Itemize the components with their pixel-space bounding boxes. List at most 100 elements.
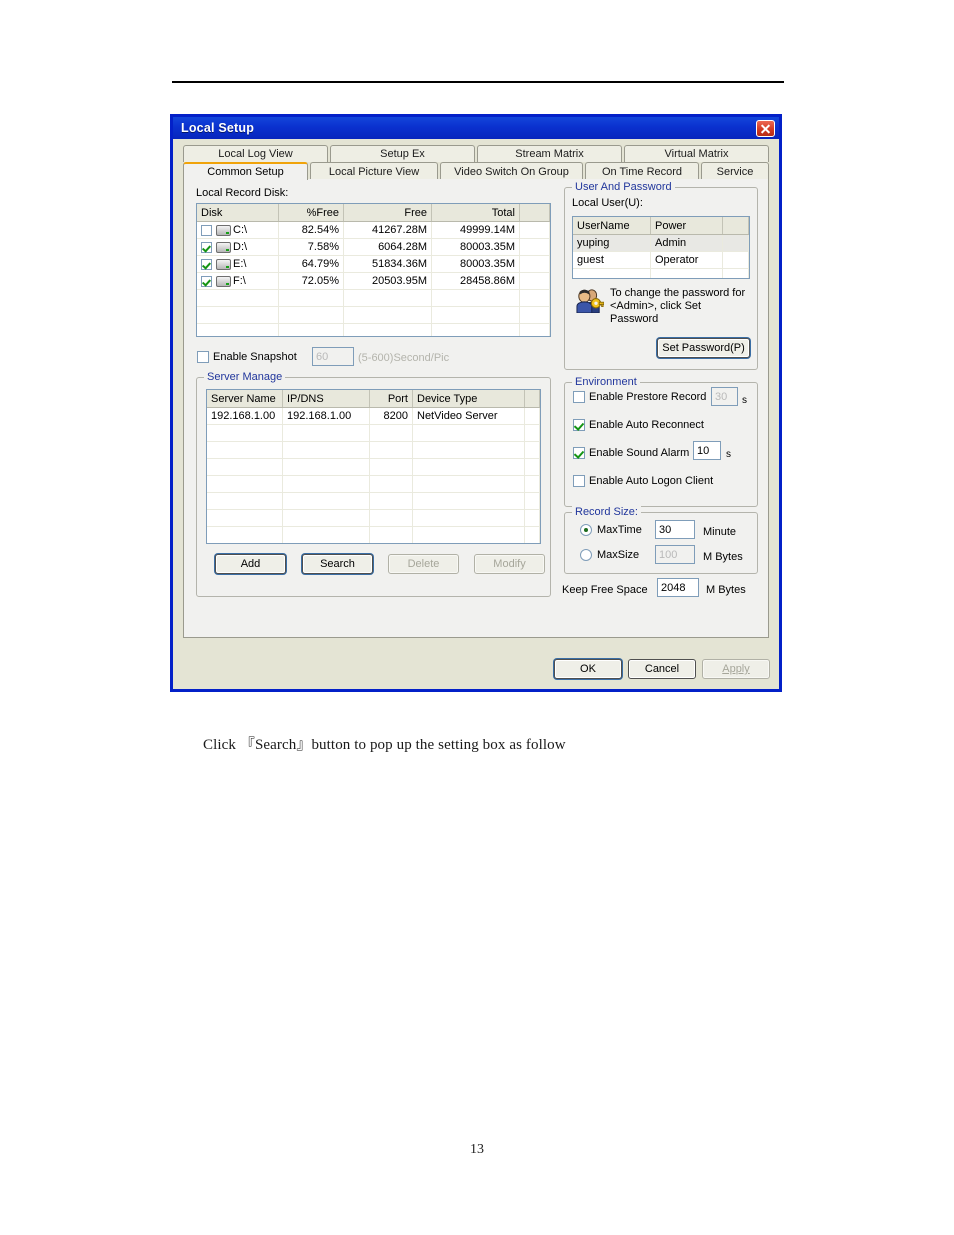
- max-time-unit: Minute: [703, 526, 737, 538]
- cancel-button[interactable]: Cancel: [628, 659, 696, 679]
- snapshot-interval-input[interactable]: 60: [312, 347, 354, 366]
- col-pct-free[interactable]: %Free: [279, 204, 344, 221]
- grid-body: 192.168.1.00 192.168.1.00 8200 NetVideo …: [207, 408, 540, 543]
- table-row[interactable]: E:\ 64.79% 51834.36M 80003.35M: [197, 256, 550, 273]
- enable-auto-reconnect-checkbox[interactable]: Enable Auto Reconnect: [573, 419, 704, 431]
- checkbox-label: Enable Auto Logon Client: [589, 475, 714, 487]
- cell-spacer: [520, 273, 550, 289]
- keep-free-space-label: Keep Free Space: [562, 584, 648, 596]
- tab-service[interactable]: Service: [701, 162, 769, 180]
- server-port: 8200: [370, 408, 413, 424]
- keep-free-space-input[interactable]: 2048: [657, 578, 699, 597]
- user-power: Admin: [651, 235, 723, 251]
- col-device-type[interactable]: Device Type: [413, 390, 525, 407]
- dialog-title: Local Setup: [181, 121, 255, 135]
- tab-common-setup[interactable]: Common Setup: [183, 162, 308, 180]
- col-power[interactable]: Power: [651, 217, 723, 234]
- disk-total: 28458.86M: [432, 273, 520, 289]
- disk-free: 51834.36M: [344, 256, 432, 272]
- max-time-input[interactable]: 30: [655, 520, 695, 539]
- checkbox-label: Enable Auto Reconnect: [589, 419, 704, 431]
- max-time-value: 30: [659, 523, 672, 536]
- set-password-button[interactable]: Set Password(P): [657, 338, 750, 358]
- table-row-empty: [207, 476, 540, 493]
- col-server-name[interactable]: Server Name: [207, 390, 283, 407]
- table-row[interactable]: guest Operator: [573, 252, 749, 269]
- local-user-grid[interactable]: UserName Power yuping Admin guest Operat…: [572, 216, 750, 279]
- cell-spacer: [525, 408, 540, 424]
- users-key-icon: [576, 289, 604, 313]
- max-size-radio[interactable]: MaxSize: [580, 549, 639, 561]
- disk-pct-free: 82.54%: [279, 222, 344, 238]
- disk-checkbox[interactable]: [201, 224, 212, 236]
- local-record-disk-label: Local Record Disk:: [196, 187, 289, 199]
- user-and-password-group: User And Password Local User(U): UserNam…: [564, 181, 758, 370]
- col-total[interactable]: Total: [432, 204, 520, 221]
- cell-spacer: [520, 256, 550, 272]
- col-username[interactable]: UserName: [573, 217, 651, 234]
- username: guest: [573, 252, 651, 268]
- server-manage-group: Server Manage Server Name IP/DNS Port De…: [196, 371, 551, 597]
- enable-snapshot-checkbox[interactable]: Enable Snapshot: [197, 351, 297, 363]
- enable-auto-logon-client-checkbox[interactable]: Enable Auto Logon Client: [573, 475, 713, 487]
- col-spacer: [723, 217, 749, 234]
- close-icon[interactable]: [756, 119, 775, 137]
- tab-virtual-matrix[interactable]: Virtual Matrix: [624, 145, 769, 162]
- search-button[interactable]: Search: [302, 554, 373, 574]
- local-setup-dialog: Local Setup Local Log View Setup Ex Stre…: [170, 114, 782, 692]
- prestore-record-seconds-input[interactable]: 30: [711, 387, 738, 406]
- drive-icon: [216, 275, 231, 287]
- max-time-radio[interactable]: MaxTime: [580, 524, 642, 536]
- checkbox-box: [573, 419, 585, 431]
- prestore-record-seconds-value: 30: [715, 390, 728, 403]
- disk-checkbox[interactable]: [201, 258, 212, 270]
- col-free[interactable]: Free: [344, 204, 432, 221]
- table-row[interactable]: D:\ 7.58% 6064.28M 80003.35M: [197, 239, 550, 256]
- tab-row-lower: Common Setup Local Picture View Video Sw…: [183, 162, 769, 180]
- grid-body: C:\ 82.54% 41267.28M 49999.14M D:\ 7.58%…: [197, 222, 550, 336]
- table-row-empty: [207, 459, 540, 476]
- col-ip-dns[interactable]: IP/DNS: [283, 390, 370, 407]
- disk-checkbox[interactable]: [201, 275, 212, 287]
- tab-setup-ex[interactable]: Setup Ex: [330, 145, 475, 162]
- checkbox-box: [573, 447, 585, 459]
- prestore-record-unit: s: [742, 395, 747, 406]
- apply-button: Apply: [702, 659, 770, 679]
- tab-local-log-view[interactable]: Local Log View: [183, 145, 328, 162]
- record-size-group: Record Size: MaxTime 30 Minute MaxSize 1…: [564, 506, 758, 574]
- page-header-rule: [172, 81, 784, 83]
- disk-name: E:\: [233, 258, 247, 270]
- tab-on-time-record[interactable]: On Time Record: [585, 162, 699, 180]
- table-row[interactable]: F:\ 72.05% 20503.95M 28458.86M: [197, 273, 550, 290]
- tab-stream-matrix[interactable]: Stream Matrix: [477, 145, 622, 162]
- max-size-input[interactable]: 100: [655, 545, 695, 564]
- col-port[interactable]: Port: [370, 390, 413, 407]
- drive-icon: [216, 258, 231, 270]
- modify-button: Modify: [474, 554, 545, 574]
- grid-header: Server Name IP/DNS Port Device Type: [207, 390, 540, 408]
- tab-local-picture-view[interactable]: Local Picture View: [310, 162, 438, 180]
- server-name: 192.168.1.00: [207, 408, 283, 424]
- set-password-label: Set Password(P): [662, 342, 745, 354]
- enable-sound-alarm-checkbox[interactable]: Enable Sound Alarm: [573, 447, 689, 459]
- table-row-empty: [197, 324, 550, 336]
- server-manage-title: Server Manage: [204, 371, 286, 383]
- tab-video-switch-on-group[interactable]: Video Switch On Group: [440, 162, 583, 180]
- add-button[interactable]: Add: [215, 554, 286, 574]
- disk-checkbox[interactable]: [201, 241, 212, 253]
- table-row[interactable]: C:\ 82.54% 41267.28M 49999.14M: [197, 222, 550, 239]
- server-manage-grid[interactable]: Server Name IP/DNS Port Device Type 192.…: [206, 389, 541, 544]
- local-user-label: Local User(U):: [572, 197, 643, 209]
- table-row[interactable]: yuping Admin: [573, 235, 749, 252]
- tab-label: Service: [716, 165, 754, 178]
- sound-alarm-seconds-input[interactable]: 10: [693, 441, 721, 460]
- ok-button[interactable]: OK: [554, 659, 622, 679]
- environment-group: Environment Enable Prestore Record 30 s …: [564, 376, 758, 507]
- disk-name: C:\: [233, 224, 248, 236]
- local-record-disk-grid[interactable]: Disk %Free Free Total C:\ 82.54% 41267.2…: [196, 203, 551, 337]
- tab-label: Local Log View: [218, 148, 293, 160]
- disk-total: 80003.35M: [432, 239, 520, 255]
- table-row[interactable]: 192.168.1.00 192.168.1.00 8200 NetVideo …: [207, 408, 540, 425]
- enable-prestore-record-checkbox[interactable]: Enable Prestore Record: [573, 391, 706, 403]
- col-disk[interactable]: Disk: [197, 204, 279, 221]
